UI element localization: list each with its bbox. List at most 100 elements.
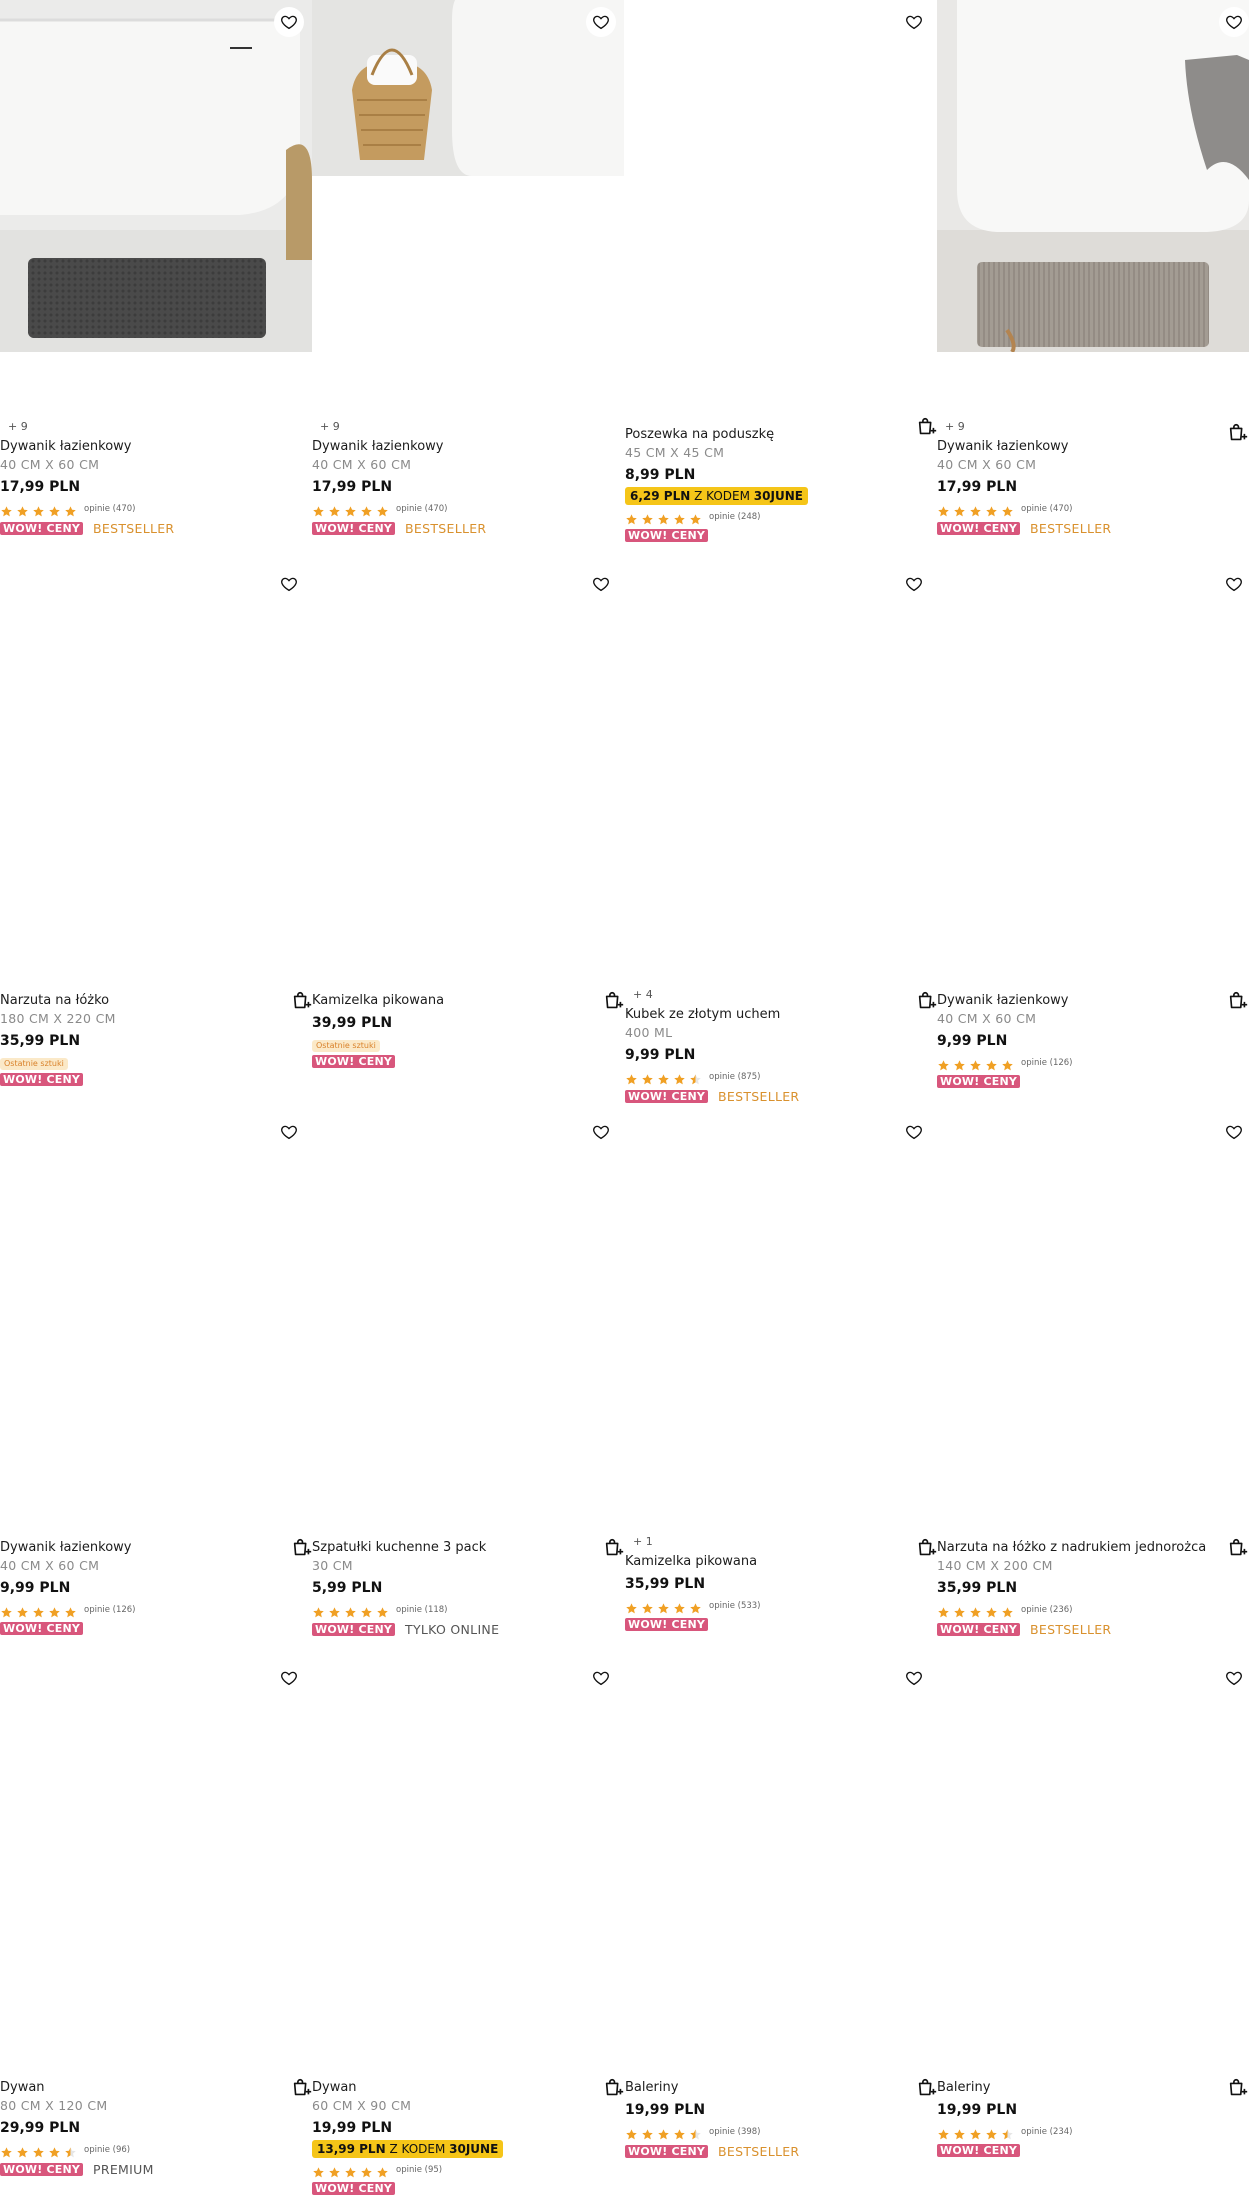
product-image[interactable] (312, 1653, 624, 2003)
heart-outline-icon[interactable] (899, 1117, 929, 1147)
wow-price-badge: WOW! CENY (625, 529, 709, 542)
product-info: Dywan 80 CM X 120 CM 29,99 PLN opinie (96) W… (0, 2079, 300, 2177)
product-card[interactable]: + 4 Kubek ze złotym uchem 400 ML 9,99 PLN op… (625, 567, 937, 1115)
product-card[interactable]: Szpatułki kuchenne 3 pack 30 CM 5,99 PLN op… (312, 1115, 624, 1653)
product-card[interactable]: Kamizelka pikowana 39,99 PLN Ostatnie sztu… (312, 567, 624, 1115)
product-title[interactable]: Szpatułki kuchenne 3 pack (312, 1539, 612, 1557)
product-image[interactable] (0, 1115, 312, 1465)
variant-count[interactable]: + 1 (633, 1535, 925, 1549)
product-card[interactable]: Baleriny 19,99 PLN opinie (234) WOW! CENY (937, 1653, 1249, 2212)
product-card[interactable]: Baleriny 19,99 PLN opinie (398) WOW! CENY BE… (625, 1653, 937, 2212)
star-icon (360, 2164, 373, 2177)
heart-outline-icon[interactable] (274, 569, 304, 599)
product-title[interactable]: Dywan (312, 2079, 612, 2097)
product-rating[interactable]: opinie (126) (0, 1601, 300, 1619)
product-rating[interactable]: opinie (248) (625, 508, 925, 526)
star-icon (32, 503, 45, 516)
product-title[interactable]: Baleriny (937, 2079, 1237, 2097)
product-rating[interactable]: opinie (470) (312, 500, 612, 518)
wow-price-badge: WOW! CENY (625, 2145, 709, 2158)
product-image[interactable] (625, 567, 937, 917)
heart-outline-icon[interactable] (274, 7, 304, 37)
star-icon (32, 2144, 45, 2157)
product-image[interactable] (312, 567, 624, 917)
product-info: + 9 Dywanik łazienkowy 40 CM X 60 CM 17,99 … (0, 420, 300, 536)
variant-count[interactable]: + 9 (8, 420, 300, 434)
promo-code: 30JUNE (753, 489, 803, 503)
star-icon (673, 1071, 686, 1084)
product-price: 29,99 PLN (0, 2120, 81, 2136)
variant-count[interactable]: + 4 (633, 988, 925, 1002)
product-badges: WOW! CENY (312, 2182, 612, 2195)
product-card[interactable]: Dywanik łazienkowy 40 CM X 60 CM 9,99 PLN o… (937, 567, 1249, 1115)
product-rating[interactable]: opinie (470) (0, 500, 300, 518)
product-rating[interactable]: opinie (234) (937, 2123, 1237, 2141)
heart-outline-icon[interactable] (586, 569, 616, 599)
product-card[interactable]: + 9 Dywanik łazienkowy 40 CM X 60 CM 17,99 … (312, 0, 624, 567)
product-title[interactable]: Dywanik łazienkowy (0, 1539, 300, 1557)
product-image[interactable] (937, 1115, 1249, 1465)
heart-outline-icon[interactable] (274, 1117, 304, 1147)
product-title[interactable]: Narzuta na łóżko (0, 992, 300, 1010)
product-image[interactable] (0, 1653, 312, 2003)
heart-outline-icon[interactable] (1219, 569, 1249, 599)
heart-outline-icon[interactable] (1219, 1663, 1249, 1693)
product-card[interactable]: Dywan 80 CM X 120 CM 29,99 PLN opinie (96) W… (0, 1653, 312, 2212)
product-card[interactable]: + 9 Dywanik łazienkowy 40 CM X 60 CM 17,99 … (0, 0, 312, 567)
product-title[interactable]: Kamizelka pikowana (312, 992, 612, 1010)
product-card[interactable]: Dywan 60 CM X 90 CM 19,99 PLN 13,99 PLN Z K… (312, 1653, 624, 2212)
variant-count[interactable]: + 9 (320, 420, 612, 434)
product-title[interactable]: Dywan (0, 2079, 300, 2097)
star-icon (1001, 2126, 1014, 2139)
product-rating[interactable]: opinie (398) (625, 2123, 925, 2141)
product-image[interactable] (625, 1653, 937, 2003)
product-image[interactable] (937, 1653, 1249, 2003)
product-image[interactable] (312, 1115, 624, 1465)
product-rating[interactable]: opinie (875) (625, 1068, 925, 1086)
product-image[interactable] (0, 567, 312, 917)
star-rating (625, 511, 705, 524)
product-title[interactable]: Kamizelka pikowana (625, 1553, 925, 1571)
product-title[interactable]: Dywanik łazienkowy (937, 438, 1237, 456)
product-rating[interactable]: opinie (96) (0, 2141, 300, 2159)
product-badges: WOW! CENY (937, 2144, 1237, 2157)
product-title[interactable]: Dywanik łazienkowy (937, 992, 1237, 1010)
product-card[interactable]: Narzuta na łóżko 180 CM X 220 CM 35,99 PLN… (0, 567, 312, 1115)
product-card[interactable]: + 1 Kamizelka pikowana 35,99 PLN opinie (53… (625, 1115, 937, 1653)
heart-outline-icon[interactable] (586, 7, 616, 37)
product-image[interactable] (937, 0, 1249, 352)
product-image[interactable] (312, 0, 624, 176)
product-rating[interactable]: opinie (118) (312, 1601, 612, 1619)
heart-outline-icon[interactable] (899, 569, 929, 599)
heart-outline-icon[interactable] (899, 7, 929, 37)
product-rating[interactable]: opinie (236) (937, 1601, 1237, 1619)
product-rating[interactable]: opinie (95) (312, 2161, 612, 2179)
product-title[interactable]: Dywanik łazienkowy (312, 438, 612, 456)
product-image[interactable] (625, 1115, 937, 1465)
product-title[interactable]: Poszewka na poduszkę (625, 426, 925, 444)
heart-outline-icon[interactable] (586, 1663, 616, 1693)
product-rating[interactable]: opinie (533) (625, 1597, 925, 1615)
product-tag: BESTSELLER (718, 1089, 800, 1104)
heart-outline-icon[interactable] (1219, 7, 1249, 37)
heart-outline-icon[interactable] (899, 1663, 929, 1693)
product-image[interactable] (625, 0, 937, 350)
product-card[interactable]: + 9 Dywanik łazienkowy 40 CM X 60 CM 17,99 … (937, 0, 1249, 567)
heart-outline-icon[interactable] (274, 1663, 304, 1693)
product-card[interactable]: Narzuta na łóżko z nadrukiem jednorożca 1… (937, 1115, 1249, 1653)
product-card[interactable]: Poszewka na poduszkę 45 CM X 45 CM 8,99 PL… (625, 0, 937, 567)
product-rating[interactable]: opinie (470) (937, 500, 1237, 518)
product-title[interactable]: Baleriny (625, 2079, 925, 2097)
heart-outline-icon[interactable] (586, 1117, 616, 1147)
product-title[interactable]: Narzuta na łóżko z nadrukiem jednorożca (937, 1539, 1237, 1557)
product-card[interactable]: Dywanik łazienkowy 40 CM X 60 CM 9,99 PLN o… (0, 1115, 312, 1653)
product-title[interactable]: Dywanik łazienkowy (0, 438, 300, 456)
product-image[interactable] (0, 0, 312, 352)
product-image[interactable] (937, 567, 1249, 917)
last-items-badge: Ostatnie sztuki (0, 1058, 68, 1070)
review-count: opinie (533) (709, 1601, 761, 1611)
product-title[interactable]: Kubek ze złotym uchem (625, 1006, 925, 1024)
heart-outline-icon[interactable] (1219, 1117, 1249, 1147)
variant-count[interactable]: + 9 (945, 420, 1237, 434)
product-rating[interactable]: opinie (126) (937, 1054, 1237, 1072)
